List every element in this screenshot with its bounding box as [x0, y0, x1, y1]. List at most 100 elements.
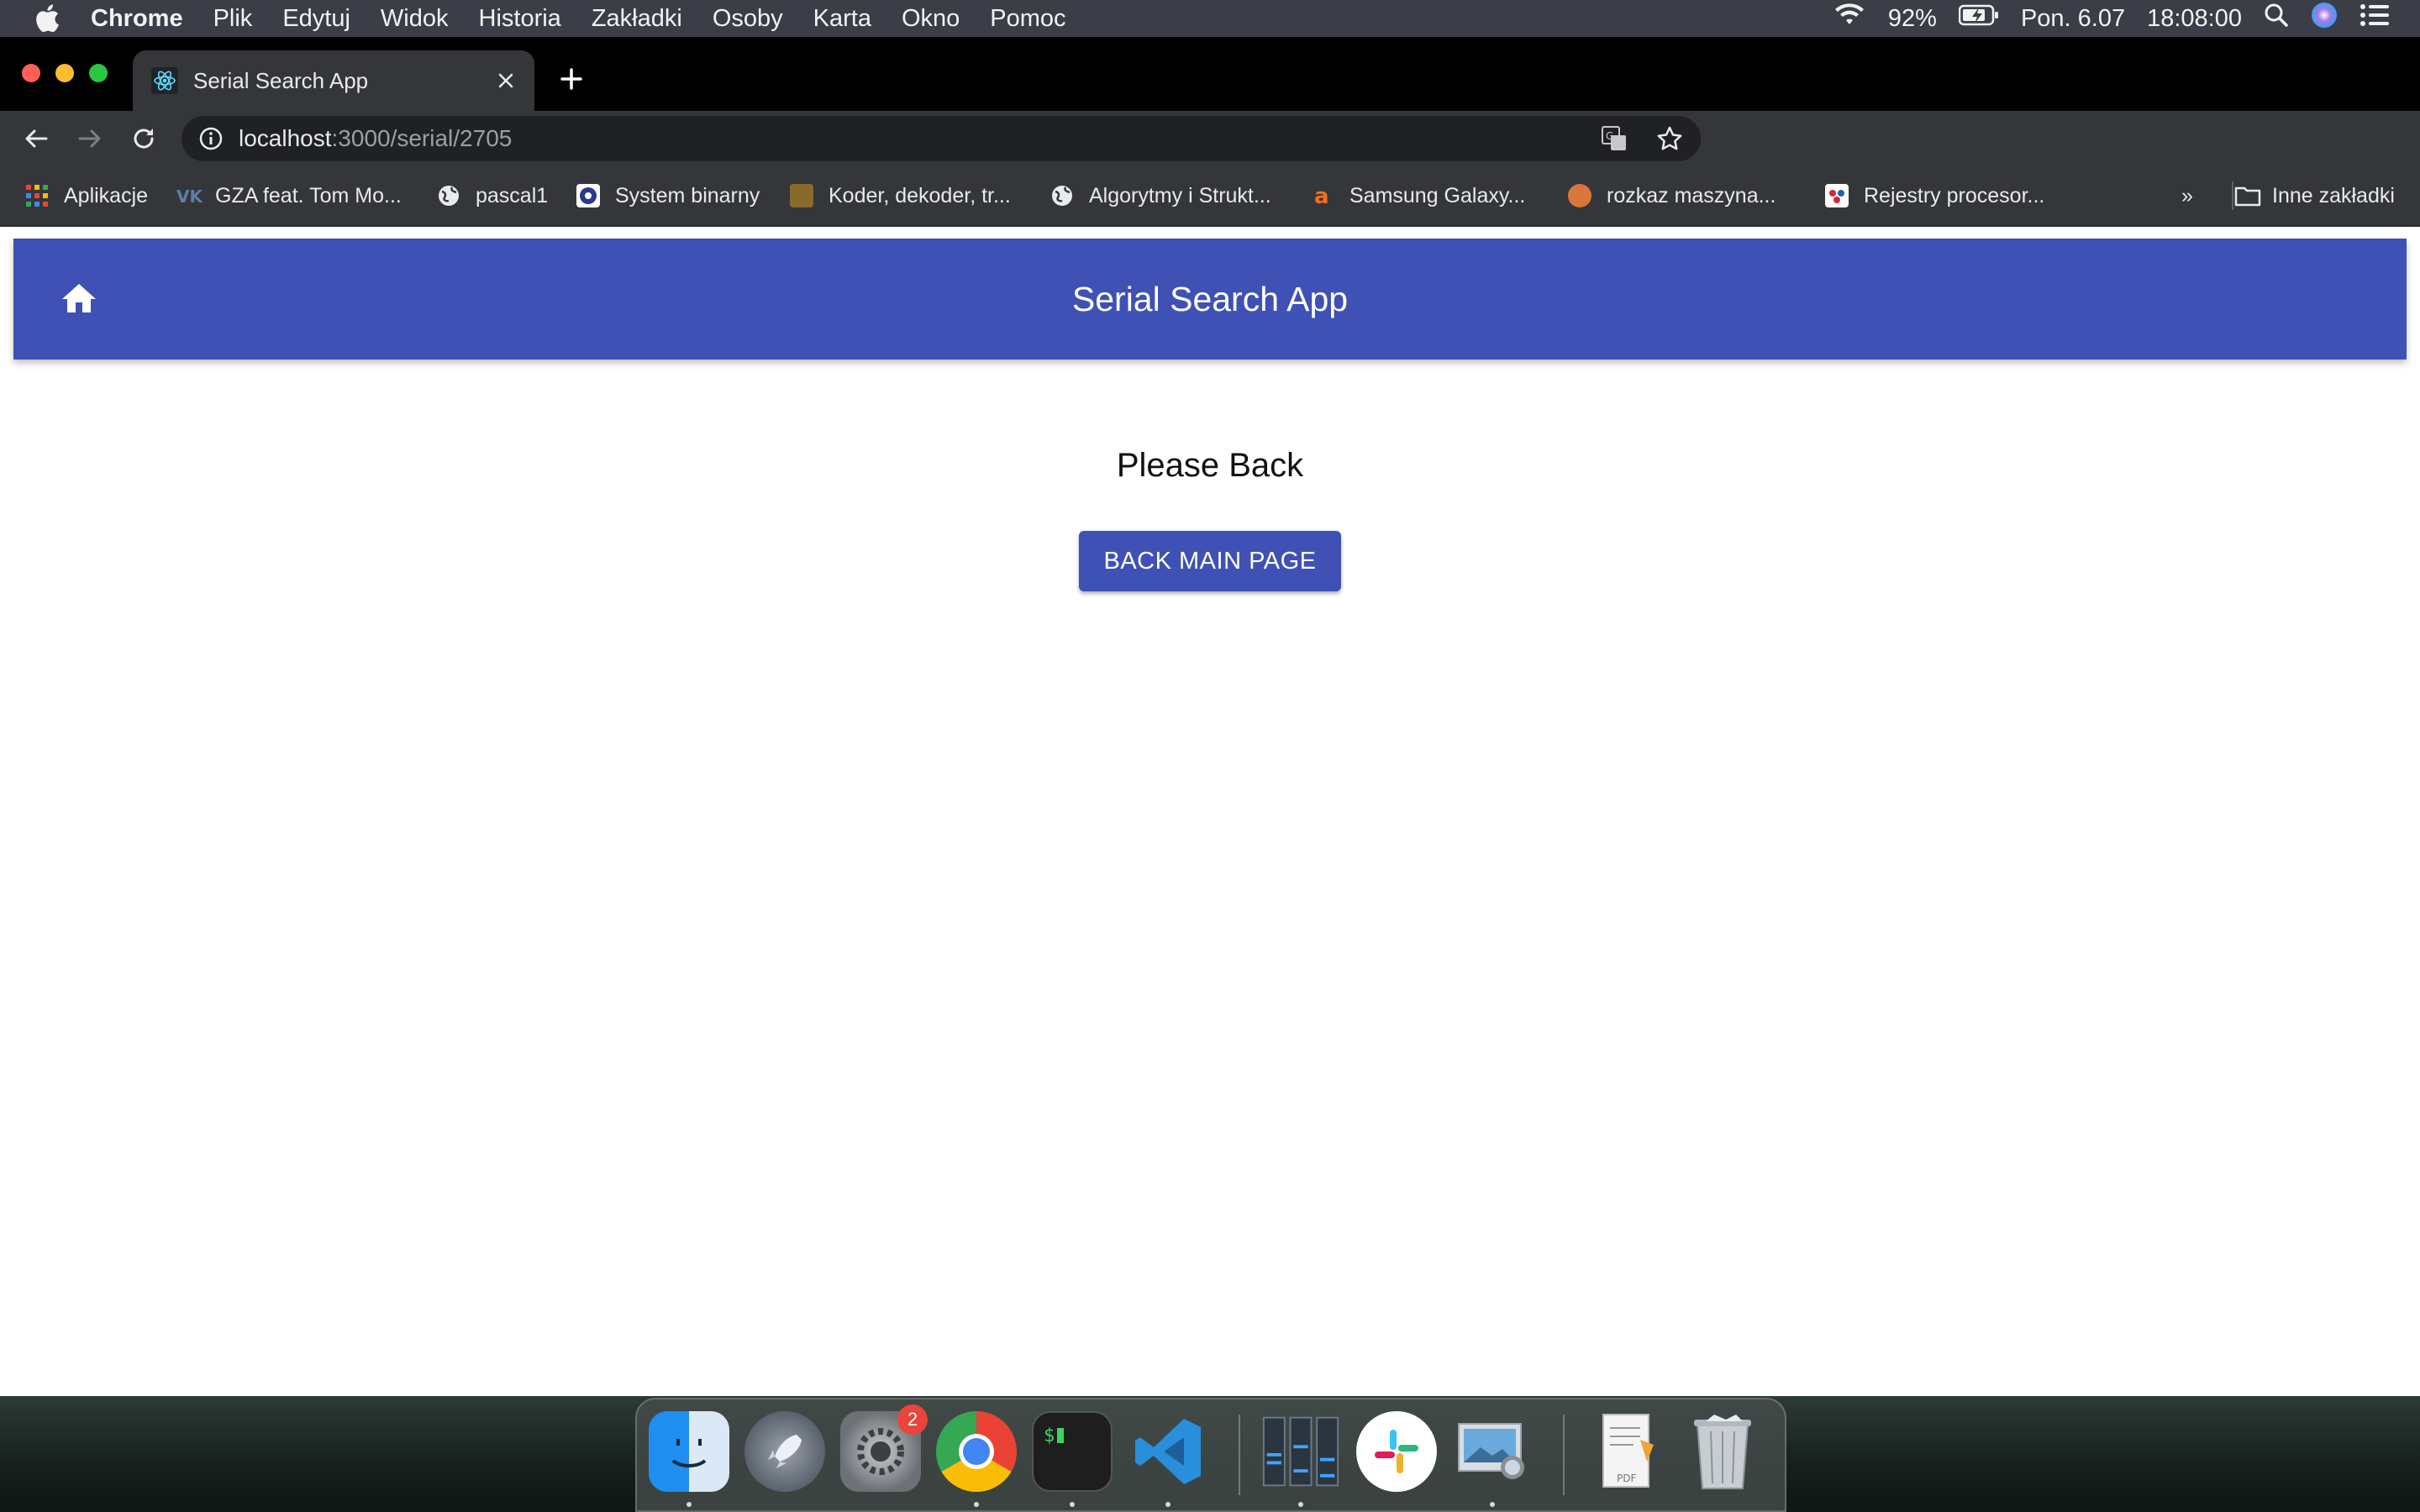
menu-okno[interactable]: Okno [902, 5, 960, 33]
bookmark-label: Rejestry procesor... [1864, 183, 2045, 207]
bookmark-koder[interactable]: Koder, dekoder, tr... [790, 181, 1011, 210]
globe-icon [437, 184, 460, 207]
app-title: Serial Search App [1071, 280, 1349, 318]
menu-karta[interactable]: Karta [813, 5, 871, 33]
bookmark-gza[interactable]: VK GZA feat. Tom Mo... [176, 181, 402, 210]
siri-icon[interactable] [2311, 2, 2338, 35]
folder-icon [2233, 184, 2261, 207]
back-arrow-icon[interactable] [18, 121, 54, 156]
finder-running-dot [687, 1502, 692, 1507]
battery-percent[interactable]: 92% [1888, 5, 1937, 33]
svg-text:PDF: PDF [1617, 1473, 1636, 1484]
translate-icon[interactable]: G [1598, 123, 1630, 155]
finder-icon[interactable] [649, 1411, 729, 1492]
menubar-time[interactable]: 18:08:00 [2147, 5, 2242, 33]
dock-separator [1563, 1415, 1565, 1495]
menu-osoby[interactable]: Osoby [713, 5, 783, 33]
bookmark-star-icon[interactable] [1654, 123, 1686, 155]
reload-icon[interactable] [126, 121, 161, 156]
please-back-message: Please Back [1116, 447, 1304, 484]
menu-app-name[interactable]: Chrome [91, 5, 183, 33]
site-favicon-icon: a [1311, 184, 1334, 209]
slack-icon[interactable] [1356, 1411, 1437, 1492]
activity-monitor-running-dot [1298, 1502, 1303, 1507]
bookmark-label: rozkaz maszyna... [1607, 183, 1776, 207]
bookmark-pascal1[interactable]: pascal1 [437, 181, 548, 210]
bookmarks-overflow-chevron[interactable]: » [2181, 181, 2193, 210]
menu-plik[interactable]: Plik [213, 5, 253, 33]
vscode-running-dot [1165, 1502, 1171, 1507]
menubar-date[interactable]: Pon. 6.07 [2021, 5, 2125, 33]
dock-separator [1239, 1415, 1240, 1495]
svg-text:a: a [1314, 184, 1329, 207]
bookmark-folder-other[interactable]: Inne zakładki [2232, 181, 2395, 210]
new-tab-button[interactable] [555, 62, 588, 96]
browser-tab-strip: Serial Search App [0, 37, 2420, 111]
apple-menu-icon[interactable] [32, 3, 62, 34]
bookmark-algorytmy[interactable]: Algorytmy i Strukt... [1050, 181, 1271, 210]
spotlight-search-icon[interactable] [2264, 3, 2289, 34]
url-path: :3000/serial/2705 [331, 125, 513, 151]
wifi-icon[interactable] [1833, 3, 1866, 34]
browser-toolbar: localhost:3000/serial/2705 G [0, 111, 2420, 265]
bookmark-system-binarny[interactable]: System binarny [576, 181, 760, 210]
bookmark-samsung[interactable]: a Samsung Galaxy... [1311, 181, 1525, 210]
tab-close-icon[interactable] [489, 64, 523, 97]
bookmark-label: Aplikacje [64, 183, 149, 207]
bookmark-label: pascal1 [476, 183, 549, 207]
svg-text:G: G [1606, 130, 1613, 142]
preview-icon[interactable] [1452, 1411, 1533, 1492]
pdf-document-icon[interactable]: PDF [1585, 1411, 1665, 1492]
notification-center-icon[interactable] [2360, 3, 2390, 34]
site-favicon-icon [790, 184, 813, 207]
system-preferences-badge: 2 [897, 1404, 928, 1435]
menu-widok[interactable]: Widok [381, 5, 449, 33]
system-preferences-gear-icon[interactable]: 2 [840, 1404, 928, 1492]
window-close-button[interactable] [22, 64, 40, 82]
window-minimize-button[interactable] [55, 64, 74, 82]
bookmarks-bar: Aplikacje VK GZA feat. Tom Mo... pascal1… [0, 166, 2420, 227]
bookmark-label: Koder, dekoder, tr... [829, 183, 1011, 207]
react-favicon-icon [151, 67, 178, 94]
terminal-icon[interactable]: $ [1032, 1411, 1113, 1492]
window-fullscreen-button[interactable] [89, 64, 108, 82]
svg-text:$: $ [1044, 1425, 1055, 1446]
vscode-icon[interactable] [1128, 1411, 1208, 1492]
site-info-icon[interactable] [198, 126, 224, 151]
terminal-running-dot [1070, 1502, 1075, 1507]
vk-icon: VK [176, 184, 203, 207]
back-main-page-button[interactable]: BACK MAIN PAGE [1079, 531, 1341, 591]
forward-arrow-icon[interactable] [72, 121, 108, 156]
menu-historia[interactable]: Historia [479, 5, 561, 33]
site-favicon-icon [1568, 184, 1591, 207]
apps-grid-icon [25, 184, 49, 207]
launchpad-rocket-icon[interactable] [744, 1411, 825, 1492]
activity-monitor-icon[interactable] [1260, 1411, 1341, 1492]
tab-title: Serial Search App [193, 67, 369, 93]
app-bar: Serial Search App [13, 239, 2407, 360]
bookmark-label: Algorytmy i Strukt... [1089, 183, 1271, 207]
browser-tab-active[interactable]: Serial Search App [133, 50, 534, 111]
menu-zakladki[interactable]: Zakładki [592, 5, 682, 33]
bookmark-rozkaz[interactable]: rozkaz maszyna... [1568, 181, 1776, 210]
svg-text:VK: VK [176, 186, 203, 207]
bookmark-rejestry[interactable]: Rejestry procesor... [1825, 181, 2044, 210]
bookmark-label: Inne zakładki [2272, 183, 2395, 207]
address-bar[interactable]: localhost:3000/serial/2705 G [182, 116, 1701, 161]
page-viewport: Serial Search App Please Back BACK MAIN … [0, 227, 2420, 1396]
preview-running-dot [1490, 1502, 1495, 1507]
trash-icon[interactable] [1682, 1411, 1763, 1492]
menu-pomoc[interactable]: Pomoc [990, 5, 1065, 33]
bookmark-label: GZA feat. Tom Mo... [215, 183, 402, 207]
macos-dock: 2 $ PDF [635, 1398, 1786, 1512]
macos-menu-bar: Chrome Plik Edytuj Widok Historia Zakład… [0, 0, 2420, 37]
bookmark-aplikacje[interactable]: Aplikacje [25, 181, 148, 210]
battery-charging-icon[interactable] [1958, 4, 1999, 33]
globe-icon [1050, 184, 1074, 207]
site-favicon-icon [1825, 184, 1849, 207]
bookmark-label: System binarny [615, 183, 760, 207]
menu-edytuj[interactable]: Edytuj [282, 5, 350, 33]
chrome-icon[interactable] [936, 1411, 1017, 1492]
chrome-running-dot [974, 1502, 979, 1507]
url-host: localhost [239, 125, 332, 151]
